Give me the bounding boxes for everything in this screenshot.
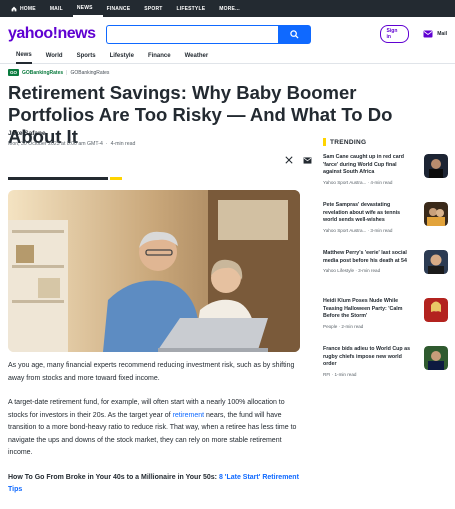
mail-icon (423, 30, 433, 38)
paragraph-1: As you age, many financial experts recom… (8, 362, 295, 382)
trending-source: RFI (323, 371, 331, 377)
share-buttons (285, 156, 312, 164)
trending-accent-bar (323, 138, 326, 146)
trending-thumbnail[interactable] (424, 346, 448, 370)
nav-world[interactable]: World (46, 49, 63, 64)
topbar-news-label: NEWS (76, 4, 93, 11)
trending-time: 4-min read (370, 179, 393, 185)
nav-lifestyle[interactable]: Lifestyle (110, 49, 134, 64)
topbar-finance-label: FINANCE (106, 5, 131, 12)
topbar-more[interactable]: MORE... (215, 0, 250, 17)
trending-item[interactable]: Heidi Klum Poses Nude While Teasing Hall… (323, 298, 448, 338)
provider-logo[interactable]: GO (8, 69, 20, 76)
paragraph-3: How To Go From Broke in Your 40s to a Mi… (8, 472, 300, 497)
topbar-mail-label: MAIL (49, 5, 63, 12)
nav-weather[interactable]: Weather (185, 49, 209, 64)
topbar-mail[interactable]: MAIL (46, 0, 73, 17)
article-meta: Mon, 30 October 2023 at 8:00 am GMT-4 · … (8, 141, 300, 147)
search-button[interactable] (277, 24, 311, 44)
trending-item-text: France bids adieu to World Cup as rugby … (323, 346, 415, 386)
nav-finance[interactable]: Finance (148, 49, 171, 64)
read-time: 4-min read (110, 141, 136, 147)
topbar-news[interactable]: NEWS (72, 0, 103, 17)
trending-item-text: Matthew Perry's 'eerie' last social medi… (323, 250, 415, 290)
site-header: yahoo!news Sign in Mail (0, 19, 455, 49)
trending-time: 3-min read (370, 227, 393, 233)
topbar-lifestyle-label: LIFESTYLE (176, 5, 206, 12)
publish-date: Mon, 30 October 2023 at 8:00 am GMT-4 (8, 141, 103, 147)
trending-item-meta: Yahoo Lifestyle · 3-min read (323, 268, 381, 273)
author-name[interactable]: Jake Safane (8, 130, 300, 137)
trending-item-meta: Yahoo Sport Austra... · 3-min read (323, 227, 393, 233)
trending-time: 2-min read (341, 323, 364, 329)
trending-item[interactable]: Pete Sampras' devastating revelation abo… (323, 202, 448, 242)
sign-in-button[interactable]: Sign in (379, 25, 410, 43)
paragraph-2: A target-date retirement fund, for examp… (8, 397, 300, 460)
article-photo (8, 190, 300, 352)
trending-item-title[interactable]: France bids adieu to World Cup as rugby … (323, 346, 415, 369)
trending-item-title[interactable]: Sam Cane caught up in red card 'farce' d… (323, 154, 415, 177)
trending-item-title[interactable]: Matthew Perry's 'eerie' last social medi… (323, 250, 415, 265)
trending-item-meta: Yahoo Sport Austra... · 4-min read (323, 179, 393, 185)
x-share-icon[interactable] (285, 156, 293, 164)
trending-heading: TRENDING (323, 138, 448, 146)
trending-item-text: Pete Sampras' devastating revelation abo… (323, 202, 415, 242)
provider-name[interactable]: GOBankingRates (22, 70, 63, 76)
trending-item-meta: RFI · 1-min read (323, 371, 357, 377)
trending-source: Yahoo Lifestyle (323, 268, 355, 273)
trending-item[interactable]: Matthew Perry's 'eerie' last social medi… (323, 250, 448, 290)
meta-dot: · (105, 141, 108, 147)
provider-name-secondary: GOBankingRates (70, 69, 110, 76)
nav-news[interactable]: News (16, 49, 32, 64)
topbar-lifestyle[interactable]: LIFESTYLE (173, 0, 216, 17)
paragraph-3-text: How To Go From Broke in Your 40s to a Mi… (8, 473, 219, 481)
topbar-sport[interactable]: SPORT (140, 0, 172, 17)
divider-accent (110, 177, 122, 180)
trending-time: 1-min read (334, 371, 357, 377)
trending-item-text: Sam Cane caught up in red card 'farce' d… (323, 154, 415, 194)
trending-item-meta: People · 2-min read (323, 323, 364, 329)
trending-item-title[interactable]: Pete Sampras' devastating revelation abo… (323, 202, 415, 225)
trending-panel: TRENDING Sam Cane caught up in red card … (323, 138, 448, 386)
article-body: As you age, many financial experts recom… (8, 360, 300, 509)
trending-thumbnail[interactable] (424, 250, 448, 274)
trending-item[interactable]: Sam Cane caught up in red card 'farce' d… (323, 154, 448, 194)
trending-item-text: Heidi Klum Poses Nude While Teasing Hall… (323, 298, 415, 338)
trending-source: Yahoo Sport Austra... (323, 227, 367, 233)
topbar-sport-label: SPORT (144, 5, 163, 12)
trending-heading-label: TRENDING (330, 138, 367, 146)
trending-thumbnail[interactable] (424, 298, 448, 322)
trending-item-title[interactable]: Heidi Klum Poses Nude While Teasing Hall… (323, 298, 415, 321)
trending-source: Yahoo Sport Austra... (323, 179, 367, 185)
provider-separator: | (66, 69, 68, 76)
topbar-home[interactable]: HOME (7, 0, 46, 17)
nav-sports[interactable]: Sports (77, 49, 96, 64)
mail-link[interactable]: Mail (423, 30, 447, 38)
trending-item[interactable]: France bids adieu to World Cup as rugby … (323, 346, 448, 386)
email-share-icon[interactable] (303, 156, 312, 164)
search-input[interactable] (106, 24, 278, 44)
trending-source: People (323, 323, 338, 329)
mail-label: Mail (437, 31, 447, 37)
top-bar: HOME MAIL NEWS FINANCE SPORT LIFESTYLE M… (0, 0, 455, 17)
topbar-finance[interactable]: FINANCE (103, 0, 141, 17)
topbar-home-label: HOME (20, 5, 36, 12)
divider-rule (8, 177, 108, 180)
retirement-link[interactable]: retirement (173, 412, 205, 419)
trending-thumbnail[interactable] (424, 202, 448, 226)
topbar-more-label: MORE... (219, 5, 240, 12)
search-bar (106, 24, 311, 44)
home-icon (11, 6, 17, 11)
trending-thumbnail[interactable] (424, 154, 448, 178)
provider-line: GO GOBankingRates | GOBankingRates (0, 64, 455, 76)
search-icon (289, 29, 299, 39)
section-nav: News World Sports Lifestyle Finance Weat… (0, 49, 455, 64)
yahoo-news-logo[interactable]: yahoo!news (8, 25, 106, 43)
trending-time: 3-min read (358, 268, 381, 273)
article-byline: Jake Safane Mon, 30 October 2023 at 8:00… (8, 130, 300, 147)
